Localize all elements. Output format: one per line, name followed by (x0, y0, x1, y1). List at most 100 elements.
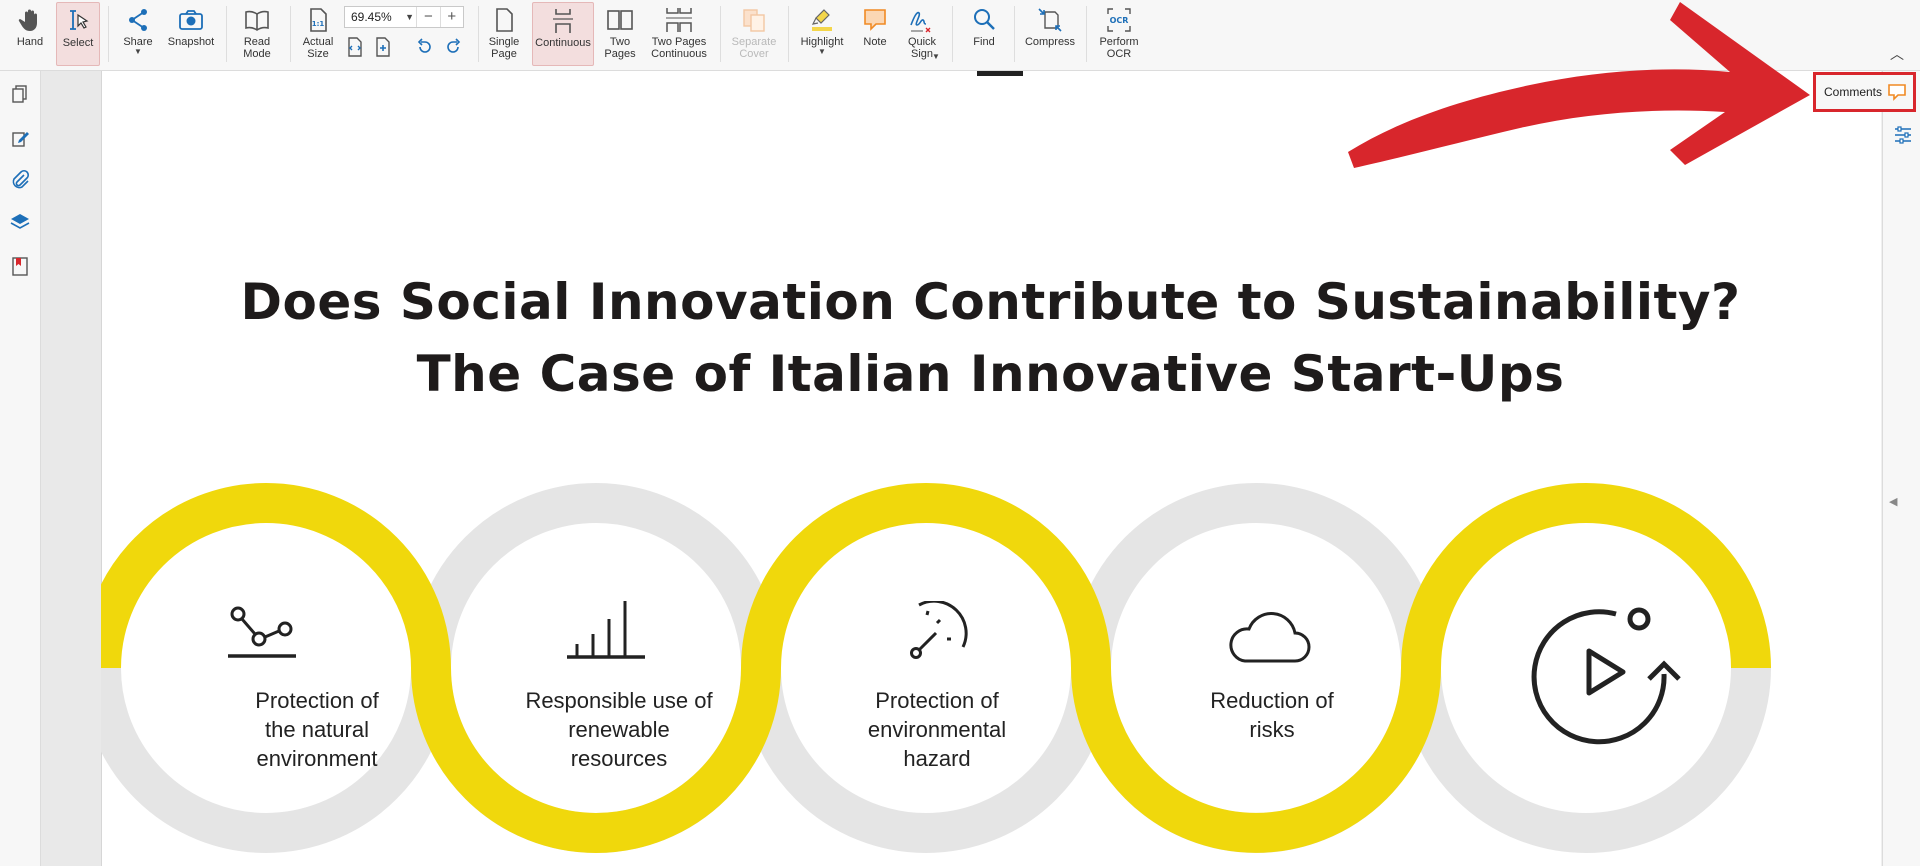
rotate-right-button[interactable] (442, 36, 464, 58)
hand-icon (18, 9, 37, 31)
separate-cover-label-2: Cover (739, 48, 769, 60)
note-icon (864, 9, 886, 31)
two-pages-label-1: Two (609, 36, 631, 48)
ring-2-label-line: resources (570, 746, 668, 771)
select-label: Select (62, 37, 94, 49)
compress-button[interactable]: Compress (1022, 2, 1078, 66)
two-pages-button[interactable]: Two Pages (600, 2, 640, 66)
zoom-out-button[interactable]: − (416, 7, 439, 27)
snapshot-button[interactable]: Snapshot (164, 2, 218, 66)
layers-icon (10, 214, 30, 229)
bookmarks-panel-button[interactable] (9, 255, 31, 277)
perform-ocr-label-2: OCR (1106, 48, 1132, 60)
ring-4-label-line: Reduction of (1210, 688, 1334, 713)
read-mode-button[interactable]: Read Mode (236, 2, 278, 66)
actual-size-label-1: Actual (302, 36, 334, 48)
document-viewport[interactable]: Does Social Innovation Contribute to Sus… (41, 71, 1895, 866)
perform-ocr-button[interactable]: OCR Perform OCR (1092, 2, 1146, 66)
fit-page-button[interactable] (344, 36, 366, 58)
ring-4-label-line: risks (1249, 717, 1295, 742)
hand-label: Hand (16, 36, 44, 48)
attachments-panel-button[interactable] (9, 169, 31, 191)
two-pages-icon (607, 10, 633, 30)
note-button[interactable]: Note (854, 2, 896, 66)
separate-cover-icon (743, 9, 765, 32)
ring-3-label-line: environmental (867, 717, 1007, 742)
zoom-combobox[interactable]: 69.45% ▼ − + (344, 6, 464, 28)
search-icon (974, 9, 995, 30)
quick-sign-label-2: Sign (910, 48, 934, 60)
share-button[interactable]: Share ▼ (118, 2, 158, 66)
ring-3-label-line: hazard (903, 746, 971, 771)
fit-width-button[interactable] (372, 36, 394, 58)
find-label: Find (973, 36, 995, 48)
single-page-button[interactable]: Single Page (484, 2, 524, 66)
text-select-icon (70, 10, 89, 30)
select-tool-button[interactable]: Select (56, 2, 100, 66)
comments-label: Comments (1824, 85, 1883, 99)
two-pages-continuous-icon (666, 8, 692, 32)
ring-1-label-line: environment (256, 746, 378, 771)
rotate-left-icon (417, 38, 431, 53)
properties-sliders-icon[interactable] (1893, 125, 1913, 145)
sign-panel-button[interactable] (9, 127, 31, 149)
bookmark-icon (12, 257, 28, 276)
actual-size-button[interactable]: 1:1 Actual Size (298, 2, 338, 66)
compress-icon (1038, 8, 1062, 32)
zoom-in-button[interactable]: + (439, 7, 463, 27)
bar-chart-icon (567, 601, 645, 659)
single-page-label-1: Single (488, 36, 520, 48)
continuous-pages-icon (553, 9, 573, 33)
ring-2-label: Responsible use of renewable resources (499, 686, 739, 773)
signature-icon (910, 11, 931, 33)
comments-panel-button[interactable]: Comments (1813, 72, 1916, 112)
highlighter-icon (811, 9, 832, 31)
ring-1-label: Protection of the natural environment (212, 686, 422, 773)
note-label: Note (863, 36, 887, 48)
expand-right-panel-icon[interactable]: ◀ (1889, 495, 1897, 508)
read-mode-label-2: Mode (243, 48, 271, 60)
chevron-down-icon: ▼ (818, 47, 826, 56)
right-sidebar: ◀ (1882, 71, 1920, 866)
single-page-label-2: Page (491, 48, 517, 60)
separate-cover-button[interactable]: Separate Cover (728, 2, 780, 66)
snapshot-label: Snapshot (167, 36, 215, 48)
continuous-button[interactable]: Continuous (532, 2, 594, 66)
single-page-icon (496, 8, 513, 32)
red-arrow-annotation (1348, 2, 1810, 168)
line-chart-nodes-icon (228, 606, 296, 658)
compress-label: Compress (1024, 36, 1076, 48)
share-icon (129, 9, 147, 31)
hand-tool-button[interactable]: Hand (10, 2, 50, 66)
highlight-button[interactable]: Highlight ▼ (796, 2, 848, 66)
quick-sign-chevron-down-icon[interactable]: ▼ (932, 53, 940, 61)
comment-bubble-icon (1888, 84, 1906, 101)
quick-sign-label-1: Quick (907, 36, 937, 48)
ring-2-label-line: Responsible use of (525, 688, 713, 713)
two-pages-continuous-label-2: Continuous (651, 48, 707, 60)
layers-panel-button[interactable] (9, 211, 31, 233)
zoom-value[interactable]: 69.45% (345, 10, 405, 24)
ring-2-label-line: renewable (568, 717, 670, 742)
rotate-left-button[interactable] (414, 36, 436, 58)
play-cycle-icon (1531, 607, 1681, 745)
svg-text:OCR: OCR (1110, 16, 1129, 25)
pages-panel-button[interactable] (9, 83, 31, 105)
two-pages-continuous-label-1: Two Pages (651, 36, 707, 48)
two-pages-label-2: Pages (604, 48, 636, 60)
pages-icon (12, 85, 27, 103)
ocr-icon: OCR (1107, 8, 1131, 32)
ring-3-label-line: Protection of (875, 688, 999, 713)
read-mode-label-1: Read (243, 36, 271, 48)
actual-size-label-2: Size (307, 48, 329, 60)
open-book-icon (245, 10, 269, 31)
ring-1-label-line: Protection of (255, 688, 379, 713)
chevron-down-icon: ▼ (134, 47, 142, 56)
find-button[interactable]: Find (962, 2, 1006, 66)
left-sidebar: ▶ (0, 71, 52, 866)
two-pages-continuous-button[interactable]: Two Pages Continuous (646, 2, 712, 66)
chevron-down-icon[interactable]: ▼ (405, 12, 416, 22)
collapse-toolbar-chevron-up-icon[interactable]: ︿ (1890, 44, 1904, 64)
cloud-icon (1229, 612, 1311, 663)
perform-ocr-label-1: Perform (1099, 36, 1139, 48)
